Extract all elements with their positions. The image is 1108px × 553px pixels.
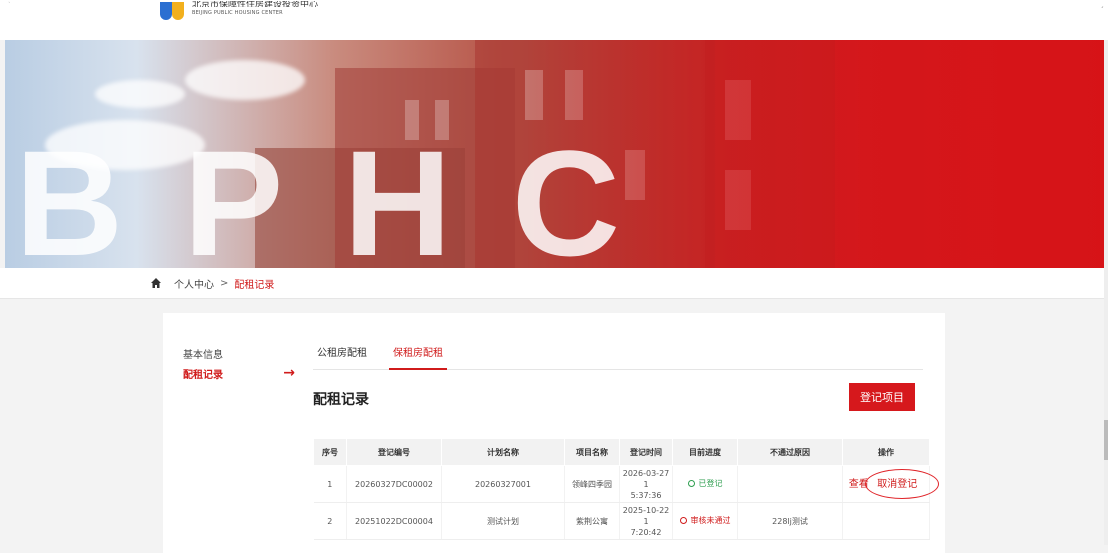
cell-actions: 查看 取消登记 (842, 465, 930, 503)
time-date: 2025-10-22 1 (622, 505, 670, 526)
cell-actions (842, 502, 930, 540)
cell-reason (737, 465, 843, 503)
tab-bar: 公租房配租 保租房配租 (313, 343, 923, 370)
cell-time: 2025-10-22 1 7:20:42 (619, 502, 673, 540)
table-row: 1 20260327DC00002 20260327001 领峰四季园 2026… (313, 465, 930, 503)
sidebar-item-label: 基本信息 (183, 349, 223, 361)
cell-project: 紫荆公寓 (564, 502, 620, 540)
arrow-right-icon: → (283, 365, 295, 381)
cell-plan: 20260327001 (441, 465, 565, 503)
status-dot-icon (679, 517, 687, 524)
status-dot-icon (687, 480, 695, 487)
logo-english-name: BEIJING PUBLIC HOUSING CENTER (192, 10, 283, 16)
column-header: 项目名称 (564, 438, 620, 466)
column-header: 登记时间 (619, 438, 673, 466)
column-header: 目前进度 (672, 438, 738, 466)
corner-mark-icon: ˋ (8, 2, 11, 9)
logo-chinese-name: 北京市保障性住房建设投资中心 (192, 1, 319, 7)
cell-index: 2 (313, 502, 347, 540)
column-header: 登记编号 (346, 438, 442, 466)
logo-mark-icon (160, 0, 186, 20)
sidebar: 基本信息 配租记录 → (183, 345, 303, 385)
cell-status: 审核未通过 (672, 502, 738, 540)
cell-time: 2026-03-27 1 5:37:36 (619, 465, 673, 503)
cell-index: 1 (313, 465, 347, 503)
cell-project: 领峰四季园 (564, 465, 620, 503)
breadcrumb-bar: 个人中心 > 配租记录 (0, 268, 1108, 299)
hero-banner: BPHC (5, 40, 1104, 268)
sidebar-item-label: 配租记录 (183, 369, 223, 381)
cell-reg-no: 20251022DC00004 (346, 502, 442, 540)
table-header-row: 序号 登记编号 计划名称 项目名称 登记时间 目前进度 不通过原因 操作 (313, 438, 930, 466)
status-label: 审核未通过 (690, 516, 731, 525)
cancel-registration-link[interactable]: 取消登记 (871, 475, 923, 494)
column-header: 操作 (842, 438, 930, 466)
time-date: 2026-03-27 1 (622, 468, 670, 489)
page-title: 配租记录 (313, 392, 369, 408)
scrollbar-thumb[interactable] (1104, 420, 1108, 460)
column-header: 不通过原因 (737, 438, 843, 466)
cell-reason: 228lj测试 (737, 502, 843, 540)
sidebar-item-rental-records[interactable]: 配租记录 → (183, 365, 303, 381)
breadcrumb-current: 配租记录 (234, 279, 275, 291)
tab-affordable-rental[interactable]: 保租房配租 (389, 343, 447, 370)
status-label: 已登记 (698, 479, 723, 488)
column-header: 计划名称 (441, 438, 565, 466)
time-clock: 5:37:36 (630, 490, 662, 500)
breadcrumb: 个人中心 > 配租记录 (150, 268, 274, 298)
cell-reg-no: 20260327DC00002 (346, 465, 442, 503)
corner-mark-icon: ˊ (1100, 6, 1104, 15)
column-header: 序号 (313, 438, 347, 466)
home-icon[interactable] (150, 277, 162, 289)
sidebar-item-basic-info[interactable]: 基本信息 (183, 345, 303, 361)
status-badge: 已登记 (687, 478, 723, 489)
content-card: 基本信息 配租记录 → 公租房配租 保租房配租 配租记录 登记项目 序号 登记编… (163, 313, 945, 553)
breadcrumb-parent[interactable]: 个人中心 (174, 276, 214, 291)
cell-status: 已登记 (672, 465, 738, 503)
status-badge: 审核未通过 (679, 515, 731, 526)
page-scrollbar[interactable] (1104, 40, 1108, 545)
cell-plan: 测试计划 (441, 502, 565, 540)
top-bar: 北京市保障性住房建设投资中心 BEIJING PUBLIC HOUSING CE… (0, 0, 1108, 40)
records-table: 序号 登记编号 计划名称 项目名称 登记时间 目前进度 不通过原因 操作 1 2… (313, 438, 930, 540)
breadcrumb-separator: > (220, 277, 229, 289)
banner-watermark: BPHC (15, 119, 681, 268)
table-row: 2 20251022DC00004 测试计划 紫荆公寓 2025-10-22 1… (313, 502, 930, 540)
tab-public-rental[interactable]: 公租房配租 (313, 343, 371, 368)
time-clock: 7:20:42 (630, 527, 662, 537)
site-logo[interactable]: 北京市保障性住房建设投资中心 BEIJING PUBLIC HOUSING CE… (160, 0, 318, 20)
register-project-button[interactable]: 登记项目 (849, 383, 915, 411)
